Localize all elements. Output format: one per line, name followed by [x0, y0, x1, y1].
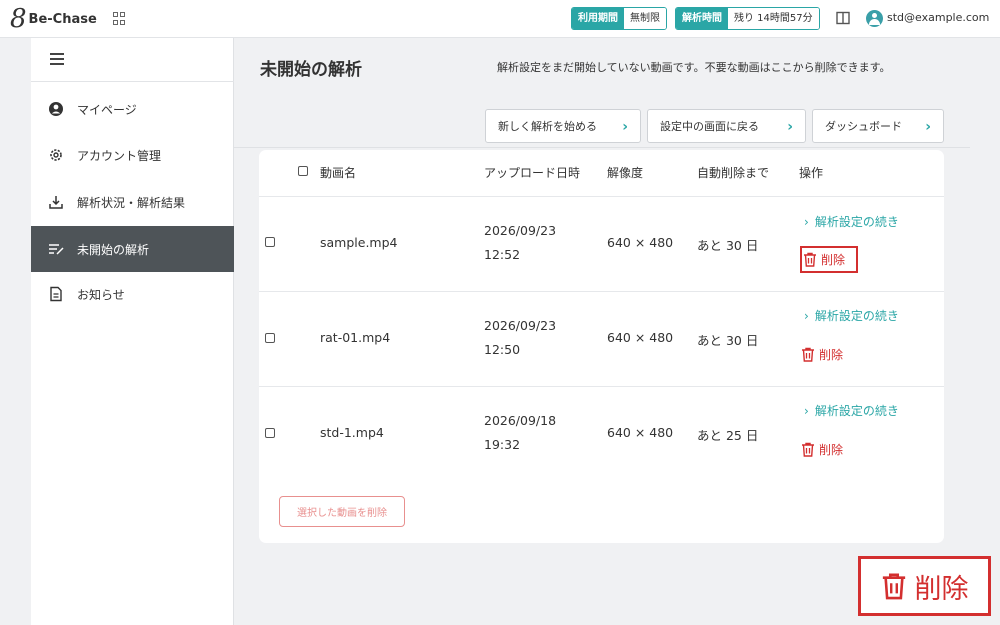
delete-button[interactable]: 削除 — [800, 436, 858, 463]
brand-name: Be-Chase — [28, 11, 97, 27]
upload-time: 19:32 — [484, 437, 521, 452]
chevron-right-icon: › — [622, 119, 628, 135]
chevron-right-icon: › — [804, 309, 809, 323]
user-circle-icon — [48, 101, 64, 117]
resolution: 640 × 480 — [607, 425, 674, 440]
column-header-name: 動画名 — [320, 166, 357, 180]
sidebar-divider — [31, 81, 234, 82]
column-header-auto-delete: 自動削除まで — [697, 166, 770, 180]
upload-date: 2026/09/23 — [484, 318, 557, 333]
continue-setting-link[interactable]: › 解析設定の続き — [804, 307, 899, 324]
continue-setting-link[interactable]: › 解析設定の続き — [804, 402, 899, 419]
menu-toggle-icon[interactable] — [50, 53, 64, 65]
trash-icon — [882, 573, 905, 600]
analysis-time-badge: 解析時間 残り 14時間57分 — [675, 7, 820, 30]
back-to-setting-button[interactable]: 設定中の画面に戻る › — [647, 109, 806, 143]
page-description: 解析設定をまだ開始していない動画です。不要な動画はここから削除できます。 — [497, 61, 891, 74]
new-analysis-label: 新しく解析を始める — [498, 120, 597, 133]
chevron-right-icon: › — [804, 215, 809, 229]
row-divider — [259, 291, 944, 292]
dashboard-label: ダッシュボード — [825, 120, 902, 133]
sidebar-item-unstarted[interactable]: 未開始の解析 — [31, 226, 234, 272]
auto-delete-remaining: あと 25 日 — [697, 428, 759, 443]
sidebar: マイページ アカウント管理 解析状況・解析結果 未開始の解析 お知らせ — [31, 38, 234, 625]
row-checkbox[interactable] — [265, 333, 275, 343]
callout-label: 削除 — [914, 573, 969, 605]
page-title: 未開始の解析 — [260, 60, 362, 80]
delete-label: 削除 — [819, 443, 844, 457]
row-divider — [259, 196, 944, 197]
delete-button[interactable]: 削除 — [800, 246, 858, 273]
select-all-checkbox[interactable] — [298, 166, 308, 176]
column-header-actions: 操作 — [799, 166, 824, 180]
delete-label: 削除 — [819, 348, 844, 362]
brand-logo[interactable]: 8 Be-Chase — [10, 6, 97, 32]
upload-time: 12:52 — [484, 247, 521, 262]
continue-setting-label: 解析設定の続き — [814, 215, 899, 229]
analysis-time-value: 残り 14時間57分 — [728, 8, 819, 29]
video-name: rat-01.mp4 — [320, 330, 391, 345]
usage-period-badge: 利用期間 無制限 — [571, 7, 667, 30]
resolution: 640 × 480 — [607, 330, 674, 345]
sidebar-item-mypage[interactable]: マイページ — [31, 86, 234, 132]
sidebar-item-account[interactable]: アカウント管理 — [31, 132, 234, 178]
chevron-right-icon: › — [925, 119, 931, 135]
sidebar-item-news[interactable]: お知らせ — [31, 271, 234, 317]
user-email[interactable]: std@example.com — [887, 11, 989, 24]
list-edit-icon — [48, 241, 64, 257]
chevron-right-icon: › — [787, 119, 793, 135]
trash-icon — [804, 252, 816, 267]
usage-period-value: 無制限 — [624, 8, 666, 29]
video-name: sample.mp4 — [320, 235, 398, 250]
upload-time: 12:50 — [484, 342, 521, 357]
app-grid-icon[interactable] — [113, 12, 126, 25]
continue-setting-link[interactable]: › 解析設定の続き — [804, 213, 899, 230]
auto-delete-remaining: あと 30 日 — [697, 238, 759, 253]
sidebar-item-label: お知らせ — [77, 287, 125, 302]
row-divider — [259, 386, 944, 387]
sidebar-item-label: アカウント管理 — [77, 148, 162, 163]
new-analysis-button[interactable]: 新しく解析を始める › — [485, 109, 641, 143]
trash-icon — [802, 347, 814, 362]
video-table-card: 動画名 アップロード日時 解像度 自動削除まで 操作 sample.mp4 20… — [259, 150, 944, 543]
column-header-resolution: 解像度 — [607, 166, 644, 180]
delete-selected-button[interactable]: 選択した動画を削除 — [279, 496, 405, 527]
trash-icon — [802, 442, 814, 457]
header-divider — [234, 147, 970, 148]
sidebar-item-label: 解析状況・解析結果 — [77, 195, 186, 210]
resolution: 640 × 480 — [607, 235, 674, 250]
continue-setting-label: 解析設定の続き — [814, 309, 899, 323]
usage-period-label: 利用期間 — [572, 8, 624, 29]
continue-setting-label: 解析設定の続き — [814, 404, 899, 418]
user-avatar-icon[interactable] — [866, 10, 883, 27]
auto-delete-remaining: あと 30 日 — [697, 333, 759, 348]
upload-date: 2026/09/23 — [484, 223, 557, 238]
brand-mark: 8 — [10, 4, 27, 34]
video-name: std-1.mp4 — [320, 425, 384, 440]
analysis-time-label: 解析時間 — [676, 8, 728, 29]
dashboard-button[interactable]: ダッシュボード › — [812, 109, 944, 143]
delete-button-callout: 削除 — [858, 556, 991, 616]
chevron-right-icon: › — [804, 404, 809, 418]
sidebar-item-results[interactable]: 解析状況・解析結果 — [31, 179, 234, 225]
back-to-setting-label: 設定中の画面に戻る — [660, 120, 759, 133]
top-bar: 8 Be-Chase 利用期間 無制限 解析時間 残り 14時間57分 std@… — [0, 0, 1000, 38]
document-icon — [48, 286, 64, 302]
gear-icon — [48, 147, 64, 163]
delete-button[interactable]: 削除 — [800, 341, 858, 368]
sidebar-item-label: マイページ — [77, 102, 137, 117]
delete-label: 削除 — [821, 253, 846, 267]
column-header-upload-date: アップロード日時 — [484, 166, 581, 180]
sidebar-item-label: 未開始の解析 — [77, 242, 150, 257]
book-icon[interactable] — [836, 11, 850, 25]
row-checkbox[interactable] — [265, 428, 275, 438]
upload-date: 2026/09/18 — [484, 413, 557, 428]
row-checkbox[interactable] — [265, 237, 275, 247]
download-icon — [48, 194, 64, 210]
